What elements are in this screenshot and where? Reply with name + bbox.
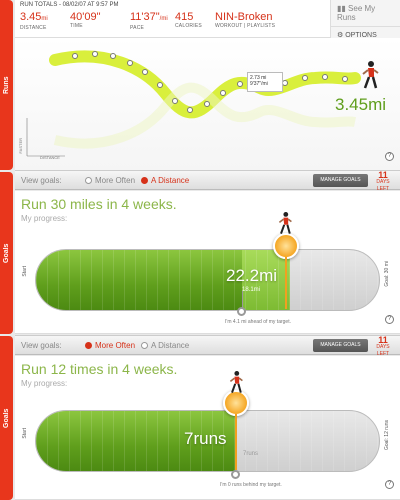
radio-selected-icon [85,342,92,349]
help-icon[interactable]: ? [385,480,394,489]
progress-value: 22.2mi [226,266,278,285]
days-left: 11 Days Left [370,171,396,193]
start-label: Start [22,266,28,277]
radio-icon [85,177,92,184]
playlist-stat[interactable]: NIN-Broken Workout | Playlists [215,11,275,29]
calories-label: Calories [175,23,202,29]
time-label: Time [70,23,83,29]
view-goals-label: View goals: [21,341,62,350]
view-goals-label: View goals: [21,176,62,185]
pace-value: 11'37" [130,11,160,23]
see-my-runs-button[interactable]: ▮▮ See My Runs [331,0,400,27]
radio-icon [141,342,148,349]
goal-subtitle: My progress: [21,379,68,388]
runs-tab[interactable]: Runs [0,0,13,170]
help-icon[interactable]: ? [385,152,394,161]
workout-label: Workout [215,23,243,29]
goals-filter-bar-2: View goals: More Often A Distance Manage… [15,335,400,358]
progress-value: 7runs [184,429,227,448]
goals-tab[interactable]: Goals [0,172,13,334]
progress-pin-line [235,414,237,470]
pace-line-reflection [53,82,356,149]
calories-value: 415 [175,11,194,23]
more-often-option[interactable]: More Often [85,176,135,185]
run-totals-title: Run Totals - 08/02/07 at 9:57 PM [20,2,119,8]
target-marker-icon [231,470,240,479]
distance-value: 3.45 [20,11,42,23]
goal-frequency-panel: Run 12 times in 4 weeks. My progress: 7r… [15,356,400,500]
pace-unit: /mi [159,16,168,22]
goals-filter-bar: View goals: More Often A Distance Manage… [15,170,400,193]
goals-tab-label-2: Goals [3,408,10,428]
run-graph: 2.73 mi 9'37"/mi 3.45mi Faster Distance … [15,38,400,170]
manage-goals-label: Manage Goals [320,177,361,183]
distance-label: Distance [20,25,47,31]
goal-subtitle: My progress: [21,214,68,223]
target-marker-icon [237,307,246,316]
run-totals-header: Run Totals - 08/02/07 at 9:57 PM 3.45mi … [15,0,400,39]
goal-note: I'm 0 runs behind my target. [220,482,282,488]
runner-icon [228,370,244,401]
manage-goals-button[interactable]: Manage Goals [313,174,368,187]
y-axis-label: Faster [18,138,23,154]
distance-stat: 3.45mi Distance [20,11,48,31]
manage-goals-label: Manage Goals [320,342,361,348]
target-value: 7runs [243,451,259,457]
time-stat: 40'09" Time [70,11,100,29]
total-distance: 3.45mi [335,95,387,114]
pace-stat: 11'37"/mi Pace [130,11,168,31]
help-icon[interactable]: ? [385,315,394,324]
more-often-label: More Often [95,176,136,185]
time-value: 40'09" [70,11,101,23]
more-often-option[interactable]: More Often [85,341,135,350]
start-label: Start [22,428,28,439]
a-distance-option[interactable]: A Distance [141,341,189,350]
a-distance-label: A Distance [151,341,190,350]
runs-tab-label: Runs [3,76,10,94]
distance-unit: mi [41,16,48,22]
target-value: 18.1mi [242,287,261,293]
playlist-value[interactable]: NIN-Broken [215,11,275,23]
calories-stat: 415 Calories [175,11,202,29]
goal-progress-bar: 7runs 7runs [35,410,380,472]
manage-goals-button[interactable]: Manage Goals [313,339,368,352]
pace-tooltip: 2.73 mi 9'37"/mi [247,72,283,92]
x-axis-label: Distance [40,155,60,160]
see-my-runs-label: See My Runs [337,4,376,22]
goals-tab-2[interactable]: Goals [0,336,13,500]
goal-label: Goal: 12 runs [384,420,390,451]
goal-title: Run 12 times in 4 weeks. [21,361,178,377]
goal-progress-bar: 22.2mi 18.1mi [35,249,380,311]
playlists-label[interactable]: Playlists [247,23,275,29]
tooltip-pace: 9'37"/mi [250,81,268,87]
days-left: 11 Days Left [370,336,396,358]
a-distance-option[interactable]: A Distance [141,176,189,185]
runner-icon [277,211,293,242]
goal-distance-panel: Run 30 miles in 4 weeks. My progress: 22… [15,191,400,334]
progress-pin-line [285,257,287,309]
goal-note: I'm 4.1 mi ahead of my target. [225,319,291,325]
runner-icon [360,60,380,97]
goals-tab-label: Goals [3,243,10,263]
a-distance-label: A Distance [151,176,190,185]
goal-title: Run 30 miles in 4 weeks. [21,196,177,212]
more-often-label: More Often [95,341,136,350]
goal-label: Goal: 30 mi [384,261,390,287]
pace-label: Pace [130,25,145,31]
radio-selected-icon [141,177,148,184]
run-menu: ▮▮ See My Runs ⚙ Options [330,0,400,39]
